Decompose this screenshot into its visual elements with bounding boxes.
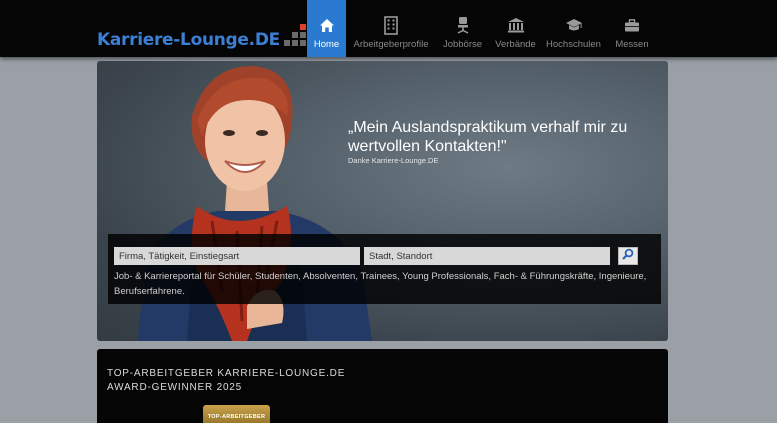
nav-item-home[interactable]: Home bbox=[307, 0, 346, 57]
portal-description: Job- & Karriereportal für Schüler, Stude… bbox=[114, 271, 647, 297]
hero-banner: „Mein Auslandspraktikum verhalf mir zu w… bbox=[97, 61, 668, 341]
graduation-cap-icon bbox=[565, 15, 583, 35]
search-what-input[interactable] bbox=[114, 247, 360, 265]
nav-label: Jobbörse bbox=[442, 39, 483, 50]
nav-item-hochschulen[interactable]: Hochschulen bbox=[542, 0, 605, 57]
nav-label: Hochschulen bbox=[546, 39, 601, 50]
top-navigation-bar: Karriere-Lounge.DE Home Arbeitgeberprofi… bbox=[0, 0, 777, 57]
nav-label: Home bbox=[313, 39, 340, 50]
institution-icon bbox=[507, 15, 525, 35]
nav-item-verbaende[interactable]: Verbände bbox=[489, 0, 542, 57]
job-search-panel: Job- & Karriereportal für Schüler, Stude… bbox=[108, 234, 661, 304]
nav-item-messen[interactable]: Messen bbox=[605, 0, 659, 57]
main-nav: Home Arbeitgeberprofile Jobbörse Verbänd… bbox=[307, 0, 659, 57]
logo-blocks-icon bbox=[282, 24, 306, 50]
building-icon bbox=[384, 15, 398, 35]
search-button[interactable] bbox=[618, 247, 638, 265]
hero-quote: „Mein Auslandspraktikum verhalf mir zu w… bbox=[348, 119, 628, 155]
award-section: TOP-ARBEITGEBER KARRIERE-LOUNGE.DE AWARD… bbox=[97, 349, 668, 423]
nav-label: Arbeitgeberprofile bbox=[353, 39, 429, 50]
award-badge-text: TOP-ARBEITGEBER bbox=[207, 414, 266, 420]
office-chair-icon bbox=[456, 15, 470, 35]
site-logo[interactable]: Karriere-Lounge.DE bbox=[97, 24, 306, 50]
briefcase-icon bbox=[624, 15, 640, 35]
award-title-line1: TOP-ARBEITGEBER KARRIERE-LOUNGE.DE bbox=[107, 368, 346, 379]
logo-text: Karriere-Lounge.DE bbox=[97, 30, 280, 50]
search-where-input[interactable] bbox=[364, 247, 610, 265]
nav-item-jobboerse[interactable]: Jobbörse bbox=[436, 0, 489, 57]
hero-quote-attribution: Danke Karriere-Lounge.DE bbox=[348, 156, 439, 165]
award-title: TOP-ARBEITGEBER KARRIERE-LOUNGE.DE AWARD… bbox=[107, 367, 345, 395]
nav-label: Verbände bbox=[495, 39, 536, 50]
award-title-line2: AWARD-GEWINNER 2025 bbox=[107, 382, 243, 393]
nav-item-arbeitgeberprofile[interactable]: Arbeitgeberprofile bbox=[346, 0, 436, 57]
home-icon bbox=[319, 15, 335, 35]
search-icon bbox=[622, 247, 634, 265]
nav-label: Messen bbox=[615, 39, 649, 50]
award-badge-image[interactable]: TOP-ARBEITGEBER bbox=[203, 405, 270, 423]
